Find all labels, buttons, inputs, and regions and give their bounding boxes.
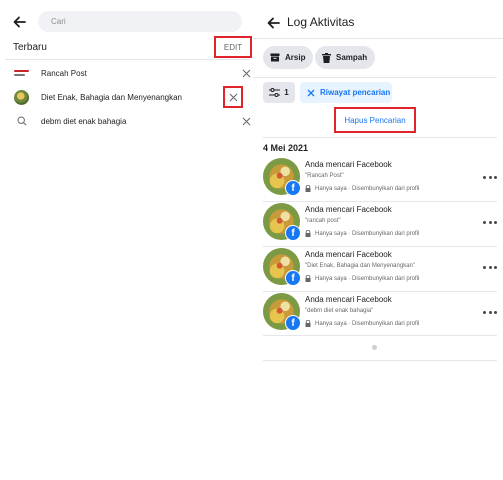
activity-query: "Rancah Post"	[305, 173, 344, 179]
facebook-icon: f	[285, 180, 301, 196]
activity-privacy: Hanya saya · Disembunyikan dari profil	[305, 230, 419, 237]
more-options-icon[interactable]	[483, 263, 497, 271]
close-icon[interactable]	[239, 66, 253, 80]
activity-title: Anda mencari Facebook	[305, 160, 392, 169]
close-icon[interactable]	[223, 86, 243, 108]
trash-label: Sampah	[336, 53, 368, 62]
back-arrow-icon[interactable]	[11, 14, 27, 30]
filter-count-button[interactable]: 1	[263, 82, 295, 103]
rancah-post-logo	[14, 66, 29, 81]
activity-title: Anda mencari Facebook	[305, 205, 392, 214]
search-icon	[14, 114, 29, 129]
sliders-icon	[269, 88, 281, 97]
divider	[263, 360, 497, 361]
divider	[263, 137, 497, 138]
search-input[interactable]: Cari	[38, 11, 242, 32]
close-icon[interactable]	[239, 114, 253, 128]
divider	[263, 291, 497, 292]
activity-item[interactable]: f Anda mencari Facebook "Rancah Post" Ha…	[263, 158, 497, 198]
recent-item-label: debm diet enak bahagia	[41, 116, 127, 126]
date-heading: 4 Mei 2021	[263, 143, 309, 153]
recent-heading: Terbaru	[13, 42, 47, 53]
lock-icon	[305, 275, 311, 282]
trash-button[interactable]: Sampah	[315, 46, 376, 69]
activity-log-panel: Log Aktivitas Arsip Sampah 1 Riwayat pen…	[253, 0, 503, 480]
divider	[5, 59, 250, 60]
activity-item[interactable]: f Anda mencari Facebook "rancah post" Ha…	[263, 203, 497, 243]
recent-item[interactable]: Diet Enak, Bahagia dan Menyenangkan	[14, 86, 246, 108]
activity-item[interactable]: f Anda mencari Facebook "debm diet enak …	[263, 293, 497, 333]
search-placeholder: Cari	[51, 17, 66, 26]
activity-query: "rancah post"	[305, 218, 341, 224]
activity-title: Anda mencari Facebook	[305, 250, 392, 259]
facebook-icon: f	[285, 315, 301, 331]
privacy-text: Hanya saya · Disembunyikan dari profil	[315, 320, 420, 327]
privacy-text: Hanya saya · Disembunyikan dari profil	[315, 185, 420, 192]
facebook-icon: f	[285, 270, 301, 286]
activity-title: Anda mencari Facebook	[305, 295, 392, 304]
divider	[263, 201, 497, 202]
activity-privacy: Hanya saya · Disembunyikan dari profil	[305, 185, 419, 192]
recent-item[interactable]: Rancah Post	[14, 65, 250, 81]
trash-icon	[322, 52, 331, 63]
divider	[263, 246, 497, 247]
recent-item-label: Rancah Post	[41, 68, 87, 78]
recent-item[interactable]: debm diet enak bahagia	[14, 113, 250, 129]
archive-icon	[270, 53, 280, 62]
activity-item[interactable]: f Anda mencari Facebook "Diet Enak, Baha…	[263, 248, 497, 288]
more-options-icon[interactable]	[483, 308, 497, 316]
lock-icon	[305, 185, 311, 192]
search-history-filter-tag[interactable]: Riwayat pencarian	[300, 82, 392, 103]
divider	[263, 335, 497, 336]
activity-query: "debm diet enak bahagia"	[305, 308, 374, 314]
divider	[253, 77, 497, 78]
lock-icon	[305, 230, 311, 237]
facebook-icon: f	[285, 225, 301, 241]
clear-search-button[interactable]: Hapus Pencarian	[334, 107, 416, 133]
food-thumbnail	[14, 89, 29, 105]
filter-tag-label: Riwayat pencarian	[320, 88, 391, 97]
lock-icon	[305, 320, 311, 327]
loading-indicator	[372, 345, 377, 350]
archive-label: Arsip	[285, 53, 306, 62]
more-options-icon[interactable]	[483, 173, 497, 181]
close-icon[interactable]	[307, 89, 315, 97]
back-arrow-icon[interactable]	[265, 15, 281, 31]
activity-privacy: Hanya saya · Disembunyikan dari profil	[305, 320, 419, 327]
activity-privacy: Hanya saya · Disembunyikan dari profil	[305, 275, 419, 282]
filter-count: 1	[284, 88, 289, 97]
recent-searches-panel: Cari Terbaru EDIT Rancah Post Diet Enak,…	[0, 0, 253, 480]
privacy-text: Hanya saya · Disembunyikan dari profil	[315, 275, 420, 282]
recent-item-label: Diet Enak, Bahagia dan Menyenangkan	[41, 92, 182, 102]
edit-button[interactable]: EDIT	[214, 36, 252, 58]
archive-button[interactable]: Arsip	[263, 46, 314, 69]
divider	[253, 38, 503, 39]
more-options-icon[interactable]	[483, 218, 497, 226]
privacy-text: Hanya saya · Disembunyikan dari profil	[315, 230, 420, 237]
activity-query: "Diet Enak, Bahagia dan Menyenangkan"	[305, 263, 416, 269]
page-title: Log Aktivitas	[287, 15, 355, 29]
